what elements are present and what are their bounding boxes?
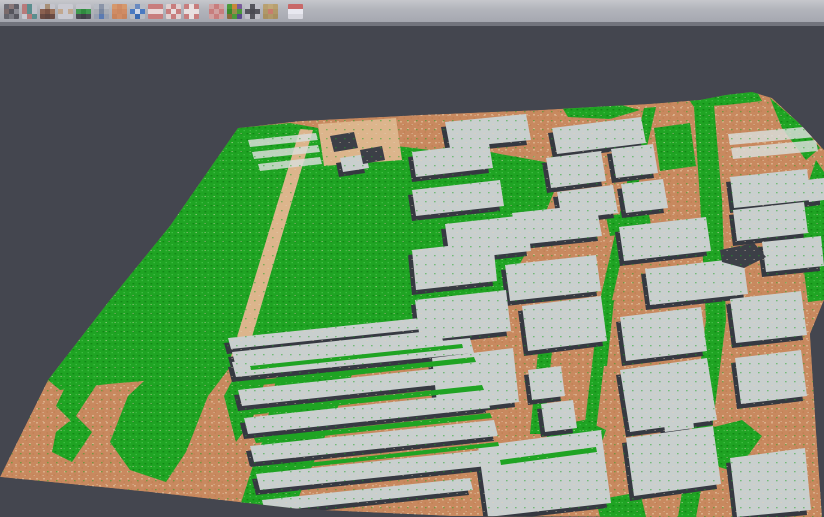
snapshot-icon	[288, 4, 303, 19]
ring-filter-icon[interactable]	[165, 3, 181, 19]
terrain-dem-icon[interactable]	[39, 3, 55, 19]
grid-filter-icon	[209, 4, 224, 19]
main-toolbar	[0, 0, 824, 26]
profile-icon	[94, 4, 109, 19]
orthophoto-icon	[112, 4, 127, 19]
snapshot-icon[interactable]	[287, 3, 303, 19]
application-window	[0, 0, 824, 517]
export-icon[interactable]	[262, 3, 278, 19]
profile-icon[interactable]	[93, 3, 109, 19]
render-settings-icon	[245, 4, 260, 19]
crop-icon	[184, 4, 199, 19]
classification-icon[interactable]	[226, 3, 242, 19]
layers-icon	[148, 4, 163, 19]
terrain-dem-icon	[40, 4, 55, 19]
register-clouds-icon	[22, 4, 37, 19]
orthophoto-icon[interactable]	[111, 3, 127, 19]
globe-icon	[130, 4, 145, 19]
globe-icon[interactable]	[129, 3, 145, 19]
register-clouds-icon[interactable]	[21, 3, 37, 19]
terrain-mesh-icon	[76, 4, 91, 19]
export-icon	[263, 4, 278, 19]
contour-icon[interactable]	[57, 3, 73, 19]
contour-icon	[58, 4, 73, 19]
open-cloud-icon[interactable]	[3, 3, 19, 19]
crop-icon[interactable]	[183, 3, 199, 19]
open-cloud-icon	[4, 4, 19, 19]
layers-icon[interactable]	[147, 3, 163, 19]
ring-filter-icon	[166, 4, 181, 19]
grid-filter-icon[interactable]	[208, 3, 224, 19]
viewport-3d[interactable]	[0, 0, 824, 517]
render-settings-icon[interactable]	[244, 3, 260, 19]
classification-icon	[227, 4, 242, 19]
terrain-mesh-icon[interactable]	[75, 3, 91, 19]
point-cloud-scene	[0, 0, 824, 517]
